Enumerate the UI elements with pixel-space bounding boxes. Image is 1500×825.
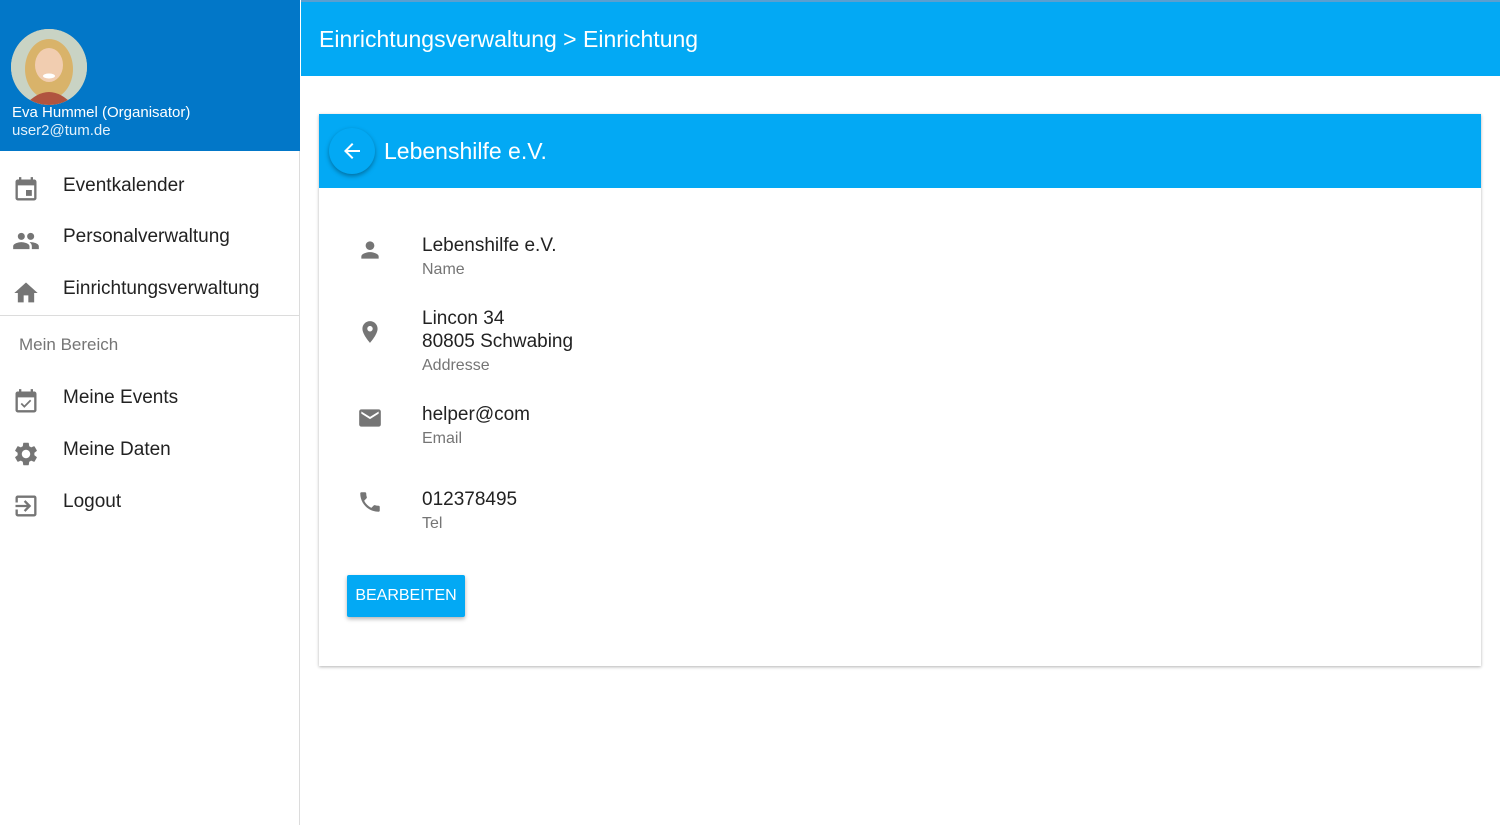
card-title: Lebenshilfe e.V. xyxy=(384,138,547,164)
calendar-icon xyxy=(12,176,40,204)
sidebar-item-einrichtungsverwaltung[interactable]: Einrichtungsverwaltung xyxy=(0,266,300,316)
name-value: Lebenshilfe e.V. xyxy=(422,235,557,256)
email-value: helper@com xyxy=(422,404,530,425)
detail-card: Lebenshilfe e.V. Lebenshilfe e.V. Name L… xyxy=(319,114,1481,666)
sidebar-item-logout[interactable]: Logout xyxy=(0,479,300,529)
tel-value: 012378495 xyxy=(422,489,518,510)
sidebar-item-label: Meine Daten xyxy=(63,439,171,460)
sidebar-item-meine-events[interactable]: Meine Events xyxy=(0,375,300,425)
sidebar-item-label: Meine Events xyxy=(63,387,179,408)
sidebar-item-personalverwaltung[interactable]: Personalverwaltung xyxy=(0,214,300,264)
name-label: Name xyxy=(422,261,465,278)
page-title: Einrichtungsverwaltung > Einrichtung xyxy=(319,26,699,52)
people-icon xyxy=(12,227,40,255)
logout-icon xyxy=(12,492,40,520)
avatar xyxy=(11,29,87,105)
edit-button[interactable]: BEARBEITEN xyxy=(347,575,465,617)
card-header: Lebenshilfe e.V. xyxy=(319,114,1481,188)
location-pin-icon xyxy=(357,319,383,345)
email-label: Email xyxy=(422,430,463,447)
sidebar-item-eventkalender[interactable]: Eventkalender xyxy=(0,163,300,213)
profile-email: user2@tum.de xyxy=(12,122,111,139)
phone-icon xyxy=(357,489,383,515)
mail-icon xyxy=(357,405,383,431)
address-line1: Lincon 34 xyxy=(422,308,505,329)
address-label: Addresse xyxy=(422,357,490,374)
section-title: Mein Bereich xyxy=(19,335,119,354)
app-bar: Einrichtungsverwaltung > Einrichtung xyxy=(301,0,1500,76)
back-button[interactable] xyxy=(329,128,375,174)
sidebar-divider xyxy=(0,315,300,316)
sidebar-item-label: Eventkalender xyxy=(63,175,185,196)
gear-icon xyxy=(12,440,40,468)
sidebar: Eva Hummel (Organisator) user2@tum.de Ev… xyxy=(0,0,300,825)
calendar-check-icon xyxy=(12,388,40,416)
arrow-back-icon xyxy=(344,143,360,159)
sidebar-item-label: Logout xyxy=(63,491,122,512)
sidebar-item-meine-daten[interactable]: Meine Daten xyxy=(0,427,300,477)
profile-header: Eva Hummel (Organisator) user2@tum.de xyxy=(0,0,300,151)
profile-name: Eva Hummel (Organisator) xyxy=(12,104,191,121)
person-icon xyxy=(357,237,383,263)
sidebar-item-label: Einrichtungsverwaltung xyxy=(63,278,260,299)
home-icon xyxy=(12,279,40,307)
address-line2: 80805 Schwabing xyxy=(422,331,574,352)
sidebar-item-label: Personalverwaltung xyxy=(63,226,230,247)
tel-label: Tel xyxy=(422,515,443,532)
